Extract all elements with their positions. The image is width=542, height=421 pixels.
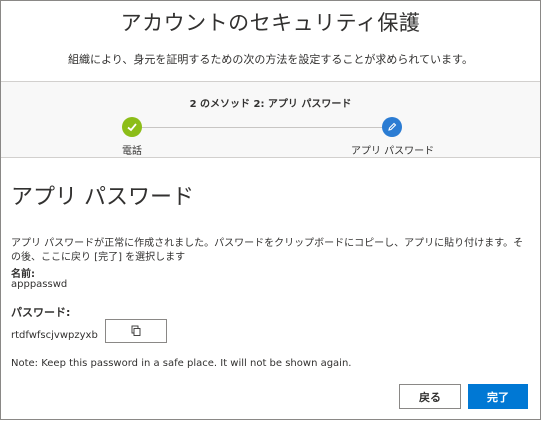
back-button[interactable]: 戻る xyxy=(399,384,461,409)
steps-title: 2 のメソッド 2: アプリ パスワード xyxy=(189,99,352,110)
password-label: パスワード: xyxy=(11,306,71,319)
password-value: rtdfwfscjvwpzyxb xyxy=(11,330,98,341)
step-completed-checkmark-icon xyxy=(122,117,142,137)
page-subtitle: 組織により、身元を証明するための次の方法を設定することが求められています。 xyxy=(68,53,473,66)
done-button[interactable]: 完了 xyxy=(468,384,528,409)
step-current-pencil-icon xyxy=(382,117,402,137)
header: アカウントのセキュリティ保護 組織により、身元を証明するための次の方法を設定する… xyxy=(1,1,540,81)
copy-password-button[interactable] xyxy=(105,319,167,343)
security-setup-window: アカウントのセキュリティ保護 組織により、身元を証明するための次の方法を設定する… xyxy=(0,0,541,420)
copy-icon xyxy=(131,325,141,336)
name-label: 名前: xyxy=(11,269,35,280)
progress-steps xyxy=(1,82,540,157)
name-value: apppasswd xyxy=(11,279,68,290)
step-label-phone: 電話 xyxy=(122,146,142,157)
progress-line xyxy=(141,127,391,128)
divider xyxy=(1,157,540,158)
section-title: アプリ パスワード xyxy=(11,185,194,210)
step-label-app-password: アプリ パスワード xyxy=(351,146,435,157)
checkmark-icon xyxy=(127,123,137,132)
pencil-icon xyxy=(388,122,397,131)
password-note: Note: Keep this password in a safe place… xyxy=(11,358,352,369)
page-title: アカウントのセキュリティ保護 xyxy=(120,11,421,35)
instructions-text: アプリ パスワードが正常に作成されました。パスワードをクリップボードにコピーし、… xyxy=(11,238,524,263)
